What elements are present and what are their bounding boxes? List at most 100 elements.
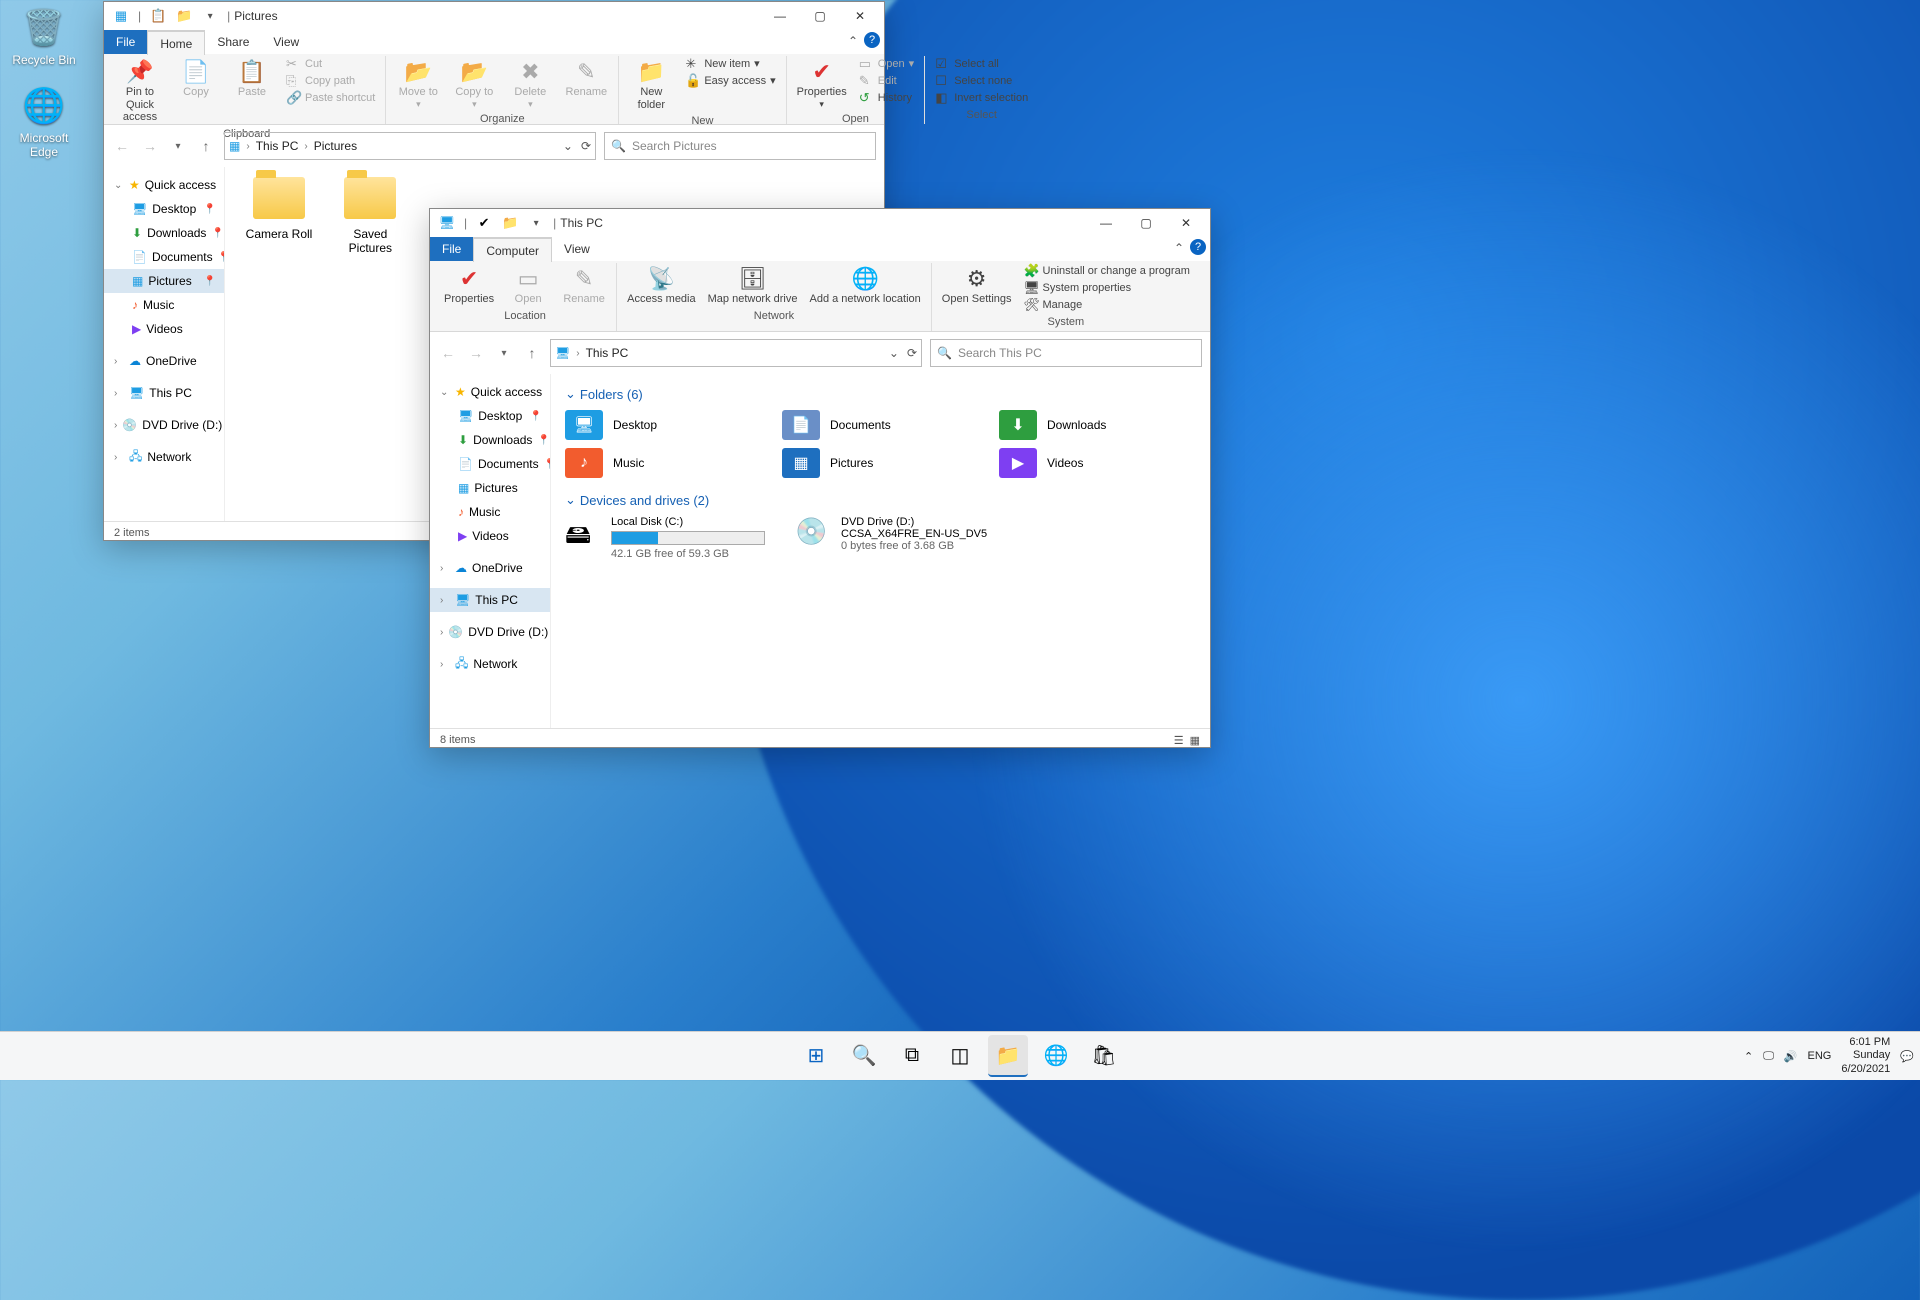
tab-view[interactable]: View	[261, 30, 311, 54]
close-button[interactable]: ✕	[1166, 209, 1206, 237]
maximize-button[interactable]: ▢	[1126, 209, 1166, 237]
titlebar[interactable]: 🖥 | ✔ 📁 ▾ | This PC — ▢ ✕	[430, 209, 1210, 237]
delete-button[interactable]: ✖Delete▾	[504, 56, 556, 111]
collapse-ribbon-icon[interactable]: ⌃	[848, 34, 858, 48]
folder-camera-roll[interactable]: Camera Roll	[239, 177, 319, 241]
nav-music[interactable]: ♪Music	[430, 500, 550, 524]
tab-share[interactable]: Share	[205, 30, 261, 54]
copy-button[interactable]: 📄Copy	[170, 56, 222, 101]
search-input[interactable]: 🔍 Search This PC	[930, 339, 1202, 367]
tray-language[interactable]: ENG	[1808, 1050, 1832, 1062]
access-media-button[interactable]: 📡Access media	[623, 263, 699, 308]
address-dropdown-icon[interactable]: ⌄	[563, 139, 573, 153]
back-button[interactable]: ←	[112, 138, 132, 154]
edit-button[interactable]: ✎Edit	[855, 73, 918, 90]
tray-notifications-icon[interactable]: 💬	[1900, 1050, 1914, 1063]
up-button[interactable]: ↑	[522, 345, 542, 361]
nav-pictures[interactable]: ▦Pictures	[430, 476, 550, 500]
nav-desktop[interactable]: 🖥Desktop📍	[104, 197, 224, 221]
search-input[interactable]: 🔍 Search Pictures	[604, 132, 876, 160]
folder-desktop[interactable]: 🖥Desktop	[565, 410, 762, 440]
nav-videos[interactable]: ▶Videos	[104, 317, 224, 341]
nav-thispc[interactable]: ›🖥This PC	[104, 381, 224, 405]
folder-videos[interactable]: ▶Videos	[999, 448, 1196, 478]
collapse-ribbon-icon[interactable]: ⌃	[1174, 241, 1184, 255]
drive-c[interactable]: 🖴 Local Disk (C:) 42.1 GB free of 59.3 G…	[565, 516, 765, 560]
tab-computer[interactable]: Computer	[473, 237, 552, 262]
nav-dvd[interactable]: ›💿DVD Drive (D:) CCSA	[430, 620, 550, 644]
open-button[interactable]: ▭Open ▾	[855, 56, 918, 73]
view-large-icons-icon[interactable]: ▦	[1190, 734, 1200, 747]
invert-selection-button[interactable]: ◧Invert selection	[931, 90, 1032, 107]
tab-view[interactable]: View	[552, 237, 602, 261]
up-button[interactable]: ↑	[196, 138, 216, 154]
recent-locations-button[interactable]: ▾	[168, 141, 188, 152]
tray-display-icon[interactable]: 🖵	[1763, 1050, 1774, 1063]
start-button[interactable]: ⊞	[796, 1035, 836, 1075]
nav-documents[interactable]: 📄Documents📍	[104, 245, 224, 269]
nav-videos[interactable]: ▶Videos	[430, 524, 550, 548]
properties-button[interactable]: ✔Properties	[440, 263, 498, 308]
breadcrumb-thispc[interactable]: This PC	[586, 346, 629, 360]
new-item-button[interactable]: ✳New item ▾	[681, 56, 779, 73]
address-bar[interactable]: 🖥 › This PC ⌄⟳	[550, 339, 922, 367]
paste-button[interactable]: 📋Paste	[226, 56, 278, 101]
nav-onedrive[interactable]: ›☁OneDrive	[430, 556, 550, 580]
tray-volume-icon[interactable]: 🔊	[1784, 1050, 1798, 1063]
nav-thispc[interactable]: ›🖥This PC	[430, 588, 550, 612]
back-button[interactable]: ←	[438, 345, 458, 361]
copy-path-button[interactable]: ⎘Copy path	[282, 73, 379, 90]
nav-pictures[interactable]: ▦Pictures📍	[104, 269, 224, 293]
properties-button[interactable]: ✔Properties▾	[793, 56, 851, 111]
nav-dvd[interactable]: ›💿DVD Drive (D:) CCSA	[104, 413, 224, 437]
section-folders[interactable]: ⌄Folders (6)	[565, 386, 1196, 402]
nav-quick-access[interactable]: ⌄★Quick access	[430, 380, 550, 404]
tray-overflow-icon[interactable]: ⌃	[1744, 1050, 1753, 1063]
nav-documents[interactable]: 📄Documents📍	[430, 452, 550, 476]
copy-to-button[interactable]: 📂Copy to▾	[448, 56, 500, 111]
select-none-button[interactable]: ☐Select none	[931, 73, 1032, 90]
history-button[interactable]: ↺History	[855, 90, 918, 107]
nav-quick-access[interactable]: ⌄★Quick access	[104, 173, 224, 197]
refresh-icon[interactable]: ⟳	[581, 139, 591, 153]
minimize-button[interactable]: —	[760, 2, 800, 30]
paste-shortcut-button[interactable]: 🔗Paste shortcut	[282, 90, 379, 107]
qat-folder-icon[interactable]: 📁	[175, 7, 193, 25]
nav-onedrive[interactable]: ›☁OneDrive	[104, 349, 224, 373]
tab-file[interactable]: File	[104, 30, 147, 54]
breadcrumb-pictures[interactable]: Pictures	[314, 139, 357, 153]
move-to-button[interactable]: 📂Move to▾	[392, 56, 444, 111]
qat-icon[interactable]: 📋	[149, 7, 167, 25]
folder-documents[interactable]: 📄Documents	[782, 410, 979, 440]
file-explorer-taskbar-icon[interactable]: 📁	[988, 1035, 1028, 1077]
new-folder-button[interactable]: 📁New folder	[625, 56, 677, 113]
edge-taskbar-icon[interactable]: 🌐	[1036, 1035, 1076, 1075]
uninstall-program-button[interactable]: 🧩Uninstall or change a program	[1020, 263, 1194, 280]
address-dropdown-icon[interactable]: ⌄	[889, 346, 899, 360]
help-icon[interactable]: ?	[1190, 239, 1206, 255]
tray-clock[interactable]: 6:01 PM Sunday 6/20/2021	[1841, 1036, 1890, 1076]
nav-network[interactable]: ›🖧Network	[104, 445, 224, 469]
close-button[interactable]: ✕	[840, 2, 880, 30]
system-properties-button[interactable]: 🖥System properties	[1020, 280, 1194, 297]
widgets-button[interactable]: ◫	[940, 1035, 980, 1075]
nav-music[interactable]: ♪Music	[104, 293, 224, 317]
manage-button[interactable]: 🛠Manage	[1020, 297, 1194, 314]
easy-access-button[interactable]: 🔓Easy access ▾	[681, 73, 779, 90]
minimize-button[interactable]: —	[1086, 209, 1126, 237]
qat-dropdown-icon[interactable]: ▾	[201, 7, 219, 25]
desktop-icon-edge[interactable]: 🌐 Microsoft Edge	[6, 84, 82, 159]
desktop-icon-recycle-bin[interactable]: 🗑️ Recycle Bin	[6, 6, 82, 67]
content-area[interactable]: ⌄Folders (6) 🖥Desktop 📄Documents ⬇Downlo…	[551, 374, 1210, 728]
section-drives[interactable]: ⌄Devices and drives (2)	[565, 492, 1196, 508]
add-network-location-button[interactable]: 🌐Add a network location	[806, 263, 925, 308]
nav-network[interactable]: ›🖧Network	[430, 652, 550, 676]
help-icon[interactable]: ?	[864, 32, 880, 48]
rename-button[interactable]: ✎Rename	[560, 56, 612, 101]
view-details-icon[interactable]: ☰	[1174, 734, 1184, 747]
recent-locations-button[interactable]: ▾	[494, 348, 514, 359]
nav-downloads[interactable]: ⬇Downloads📍	[430, 428, 550, 452]
folder-downloads[interactable]: ⬇Downloads	[999, 410, 1196, 440]
map-network-drive-button[interactable]: 🗄Map network drive	[704, 263, 802, 308]
tab-file[interactable]: File	[430, 237, 473, 261]
